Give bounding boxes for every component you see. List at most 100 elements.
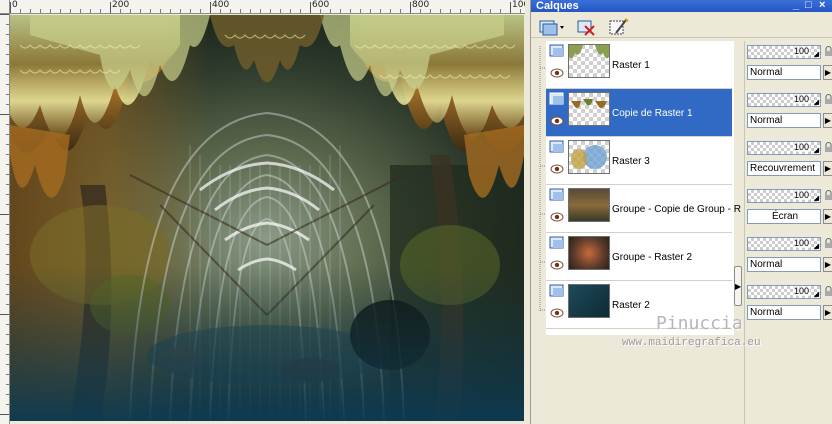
blend-mode-select[interactable]: Normal	[747, 65, 821, 80]
ruler-tick	[470, 9, 471, 13]
layer-list: Raster 1 Copie de Raster 1 Raster 3 Grou…	[546, 41, 741, 335]
ruler-tick	[20, 9, 21, 13]
layer-props-row: 100 ◢ Écran ▶	[745, 185, 832, 233]
eye-icon[interactable]	[550, 68, 564, 78]
lock-icon[interactable]	[824, 94, 832, 105]
lock-icon[interactable]	[824, 46, 832, 57]
scroll-arrow-icon[interactable]: ▶	[735, 282, 741, 291]
palette-title: Calques	[536, 0, 579, 12]
ruler-label: 0	[12, 0, 18, 10]
ruler-tick	[270, 9, 271, 13]
opacity-slider[interactable]: 100 ◢	[747, 237, 821, 251]
opacity-slider[interactable]: 100 ◢	[747, 189, 821, 203]
eye-icon[interactable]	[550, 212, 564, 222]
ruler-tick	[360, 9, 361, 13]
ruler-tick	[70, 9, 71, 13]
restore-button[interactable]: □	[805, 0, 812, 11]
edit-mask-button[interactable]	[607, 16, 629, 36]
minimize-button[interactable]: _	[793, 0, 799, 11]
palette-title-bar: Calques _ □ ×	[531, 0, 832, 12]
ruler-tick	[290, 9, 291, 13]
blend-mode-select[interactable]: Normal	[747, 305, 821, 320]
ruler-tick	[480, 9, 481, 13]
layer-props-row: 100 ◢ Recouvrement ▶	[745, 137, 832, 185]
artwork-canvas[interactable]	[10, 15, 524, 421]
palette-toolbar	[531, 12, 832, 38]
layer-thumbnail	[568, 188, 610, 222]
delete-layer-button[interactable]	[575, 16, 597, 36]
lock-icon[interactable]	[824, 286, 832, 297]
ruler-tick	[170, 9, 171, 13]
layer-row-raster-3[interactable]: Raster 3	[546, 137, 732, 185]
blend-dropdown-arrow-icon[interactable]: ▶	[823, 161, 832, 176]
ruler-tick	[80, 9, 81, 13]
delete-layer-icon	[577, 20, 595, 36]
ruler-tick	[280, 9, 281, 13]
blend-mode-select[interactable]: Écran	[747, 209, 821, 224]
layer-props-row: 100 ◢ Normal ▶	[745, 233, 832, 281]
ruler-tick	[370, 9, 371, 13]
opacity-step-icon: ◢	[813, 291, 819, 298]
blend-mode-select[interactable]: Recouvrement	[747, 161, 821, 176]
layer-tree-lines	[539, 46, 545, 311]
layer-props-row: 100 ◢ Normal ▶	[745, 281, 832, 329]
close-button[interactable]: ×	[819, 0, 825, 11]
blend-mode-select[interactable]: Normal	[747, 113, 821, 128]
eye-icon[interactable]	[550, 260, 564, 270]
blend-dropdown-arrow-icon[interactable]: ▶	[823, 65, 832, 80]
lock-icon[interactable]	[824, 238, 832, 249]
eye-icon[interactable]	[550, 308, 564, 318]
opacity-slider[interactable]: 100 ◢	[747, 141, 821, 155]
ruler-tick	[510, 2, 511, 13]
ruler-tick	[320, 9, 321, 13]
blend-dropdown-arrow-icon[interactable]: ▶	[823, 209, 832, 224]
blend-dropdown-arrow-icon[interactable]: ▶	[823, 305, 832, 320]
layer-row-raster-1[interactable]: Raster 1	[546, 41, 732, 89]
layer-thumbnail	[568, 44, 610, 78]
ruler-label: 100	[512, 0, 525, 10]
lock-icon[interactable]	[824, 190, 832, 201]
ruler-tick	[520, 9, 521, 13]
ruler-tick	[10, 2, 11, 13]
ruler-tick	[0, 314, 9, 315]
opacity-value: 100	[792, 190, 810, 200]
ruler-tick	[250, 9, 251, 13]
opacity-slider[interactable]: 100 ◢	[747, 285, 821, 299]
layer-row-copie-de-raster-1[interactable]: Copie de Raster 1	[546, 89, 732, 137]
ruler-tick	[240, 9, 241, 13]
opacity-slider[interactable]: 100 ◢	[747, 93, 821, 107]
layer-row-groupe-copie[interactable]: Groupe - Copie de Group - R	[546, 185, 741, 233]
layer-type-icon	[549, 140, 564, 153]
vertical-ruler	[0, 14, 10, 424]
credit-name: Pinuccia	[656, 313, 743, 334]
app-window: 0 200 400 600 800 100	[0, 0, 832, 424]
ruler-tick	[140, 9, 141, 13]
eye-icon[interactable]	[550, 116, 564, 126]
opacity-slider[interactable]: 100 ◢	[747, 45, 821, 59]
ruler-tick	[440, 9, 441, 13]
ruler-tick	[460, 9, 461, 13]
lock-icon[interactable]	[824, 142, 832, 153]
layer-thumbnail	[568, 140, 610, 174]
credit-site: www.maidiregrafica.eu	[622, 337, 761, 349]
new-layer-button[interactable]	[537, 16, 565, 36]
canvas-area: 0 200 400 600 800 100	[0, 0, 530, 424]
blend-dropdown-arrow-icon[interactable]: ▶	[823, 257, 832, 272]
ruler-tick	[200, 9, 201, 13]
ruler-tick	[410, 2, 411, 13]
layer-row-groupe-raster-2[interactable]: Groupe - Raster 2	[546, 233, 732, 281]
blend-dropdown-arrow-icon[interactable]: ▶	[823, 113, 832, 128]
eye-icon[interactable]	[550, 164, 564, 174]
ruler-tick	[90, 9, 91, 13]
layer-thumbnail	[568, 284, 610, 318]
layer-type-icon	[549, 236, 564, 249]
layer-type-icon	[549, 188, 564, 201]
ruler-tick	[450, 9, 451, 13]
ruler-tick	[310, 2, 311, 13]
ruler-tick	[260, 9, 261, 13]
ruler-tick	[430, 9, 431, 13]
ruler-corner	[0, 0, 10, 14]
opacity-value: 100	[792, 286, 810, 296]
ruler-tick	[340, 9, 341, 13]
blend-mode-select[interactable]: Normal	[747, 257, 821, 272]
